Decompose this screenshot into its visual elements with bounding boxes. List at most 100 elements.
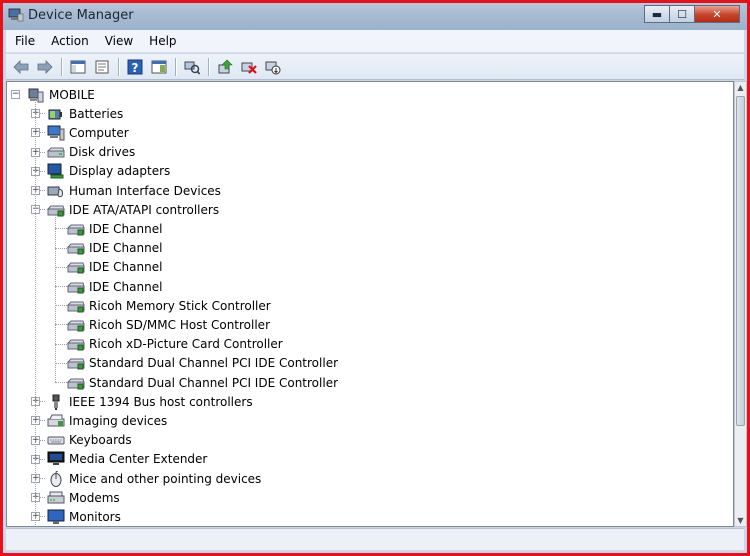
uninstall-button[interactable] xyxy=(239,57,259,77)
hid-icon xyxy=(47,183,65,199)
tree-category-display-adapters-label: Display adapters xyxy=(69,164,171,179)
forward-arrow-icon xyxy=(37,59,53,74)
tree-connector-line xyxy=(55,266,67,268)
tree-device-item[interactable]: IDE Channel xyxy=(67,239,162,258)
tree-device-item[interactable]: IDE Channel xyxy=(67,219,162,238)
tree-category-human-interface-devices-label: Human Interface Devices xyxy=(69,183,221,198)
tree-connector-line xyxy=(55,343,67,345)
collapse-toggle-icon[interactable]: − xyxy=(11,90,20,99)
tree-category-imaging-devices[interactable]: Imaging devices xyxy=(47,411,167,430)
scroll-up-arrow-icon[interactable]: ▲ xyxy=(736,83,745,92)
ide-channel-icon xyxy=(67,279,85,295)
tree-category-human-interface-devices[interactable]: Human Interface Devices xyxy=(47,181,221,200)
title-bar[interactable]: Device Manager ▬ ☐ ✕ xyxy=(0,0,750,30)
menu-view[interactable]: View xyxy=(98,34,140,48)
tree-connector-line xyxy=(55,305,67,307)
tree-connector-line xyxy=(35,100,36,526)
tree-category-ide-ata-atapi-controllers[interactable]: IDE ATA/ATAPI controllers xyxy=(47,200,219,219)
vertical-scrollbar[interactable]: ▲ ▼ xyxy=(734,81,747,527)
media-center-icon xyxy=(47,451,65,467)
modem-icon xyxy=(47,490,65,506)
show-hide-console-tree-button[interactable] xyxy=(68,57,88,77)
tree-category-mice-and-other-pointing-devices[interactable]: Mice and other pointing devices xyxy=(47,469,261,488)
tree-connector-line xyxy=(55,247,67,249)
tree-root-mobile[interactable]: MOBILE xyxy=(27,85,95,104)
properties-button[interactable] xyxy=(92,57,112,77)
tree-device-item-label: Standard Dual Channel PCI IDE Controller xyxy=(89,356,339,371)
scan-hardware-changes-icon xyxy=(184,61,200,75)
root-computer-icon xyxy=(27,87,45,103)
disable-device-icon xyxy=(265,61,281,74)
menu-action[interactable]: Action xyxy=(44,34,96,48)
device-manager-app-icon xyxy=(8,8,24,22)
update-driver-icon xyxy=(218,59,233,73)
scroll-thumb[interactable] xyxy=(736,96,745,426)
tree-device-item[interactable]: Ricoh xD-Picture Card Controller xyxy=(67,335,283,354)
tree-category-batteries[interactable]: Batteries xyxy=(47,104,123,123)
svg-text:?: ? xyxy=(132,61,139,75)
back-button[interactable] xyxy=(11,57,31,77)
menu-file[interactable]: File xyxy=(8,34,42,48)
tree-category-modems-label: Modems xyxy=(69,490,120,505)
show-hide-console-tree-icon xyxy=(70,60,86,73)
toolbar-separator xyxy=(61,57,62,76)
tree-device-item[interactable]: Ricoh Memory Stick Controller xyxy=(67,296,271,315)
tree-device-item-label: Ricoh Memory Stick Controller xyxy=(89,298,271,313)
back-arrow-icon xyxy=(13,59,29,74)
ide-channel-icon xyxy=(67,375,85,391)
tree-connector-line xyxy=(55,286,67,287)
tree-category-imaging-devices-label: Imaging devices xyxy=(69,413,168,428)
tree-device-item[interactable]: Ricoh SD/MMC Host Controller xyxy=(67,315,270,334)
ide-channel-icon xyxy=(67,221,85,237)
status-bar xyxy=(6,528,744,550)
battery-icon xyxy=(47,106,65,122)
help-icon: ? xyxy=(127,59,143,75)
close-button[interactable]: ✕ xyxy=(694,5,740,23)
disk-drive-icon xyxy=(47,144,65,160)
scroll-down-arrow-icon[interactable]: ▼ xyxy=(736,516,745,525)
imaging-device-icon xyxy=(47,413,65,429)
tree-connector-line xyxy=(55,215,56,382)
scan-hardware-changes-button[interactable] xyxy=(182,57,202,77)
tree-connector-line xyxy=(55,382,67,383)
maximize-button[interactable]: ☐ xyxy=(669,5,695,23)
toolbar: ? xyxy=(6,54,744,80)
disable-device-button[interactable] xyxy=(263,57,283,77)
show-action-pane-button[interactable] xyxy=(149,57,169,77)
tree-device-item[interactable]: IDE Channel xyxy=(67,277,162,296)
tree-category-ieee-1394-bus-host-controllers-label: IEEE 1394 Bus host controllers xyxy=(69,394,253,409)
forward-button[interactable] xyxy=(35,57,55,77)
help-button[interactable]: ? xyxy=(125,57,145,77)
tree-category-disk-drives[interactable]: Disk drives xyxy=(47,143,135,162)
tree-device-item[interactable]: IDE Channel xyxy=(67,258,162,277)
tree-device-item-label: Standard Dual Channel PCI IDE Controller xyxy=(89,375,339,390)
tree-category-media-center-extender[interactable]: Media Center Extender xyxy=(47,450,207,469)
show-action-pane-icon xyxy=(151,60,167,73)
tree-category-display-adapters[interactable]: Display adapters xyxy=(47,162,170,181)
keyboard-icon xyxy=(47,432,65,448)
tree-device-item[interactable]: Standard Dual Channel PCI IDE Controller xyxy=(67,354,338,373)
tree-category-ieee-1394-bus-host-controllers[interactable]: IEEE 1394 Bus host controllers xyxy=(47,392,253,411)
tree-category-monitors-label: Monitors xyxy=(69,509,121,524)
tree-connector-line xyxy=(55,228,67,230)
tree-device-item-label: Ricoh xD-Picture Card Controller xyxy=(89,337,283,352)
toolbar-separator xyxy=(175,57,176,76)
update-driver-button[interactable] xyxy=(215,57,235,77)
tree-category-modems[interactable]: Modems xyxy=(47,488,120,507)
tree-device-item-label: IDE Channel xyxy=(89,260,163,275)
tree-connector-line xyxy=(55,324,67,326)
ide-channel-icon xyxy=(67,355,85,371)
tree-device-item[interactable]: Standard Dual Channel PCI IDE Controller xyxy=(67,373,338,392)
tree-connector-line xyxy=(55,362,67,364)
tree-category-ide-ata-atapi-controllers-label: IDE ATA/ATAPI controllers xyxy=(69,202,220,217)
ide-channel-icon xyxy=(67,298,85,314)
tree-category-media-center-extender-label: Media Center Extender xyxy=(69,452,208,467)
tree-category-monitors[interactable]: Monitors xyxy=(47,507,121,526)
tree-category-keyboards[interactable]: Keyboards xyxy=(47,431,132,450)
tree-category-keyboards-label: Keyboards xyxy=(69,433,132,448)
device-tree[interactable]: − MOBILE + Batteries + Computer + Disk drives + D… xyxy=(6,81,734,527)
menu-help[interactable]: Help xyxy=(142,34,183,48)
tree-category-computer[interactable]: Computer xyxy=(47,123,129,142)
minimize-button[interactable]: ▬ xyxy=(644,5,670,23)
monitor-icon xyxy=(47,509,65,525)
